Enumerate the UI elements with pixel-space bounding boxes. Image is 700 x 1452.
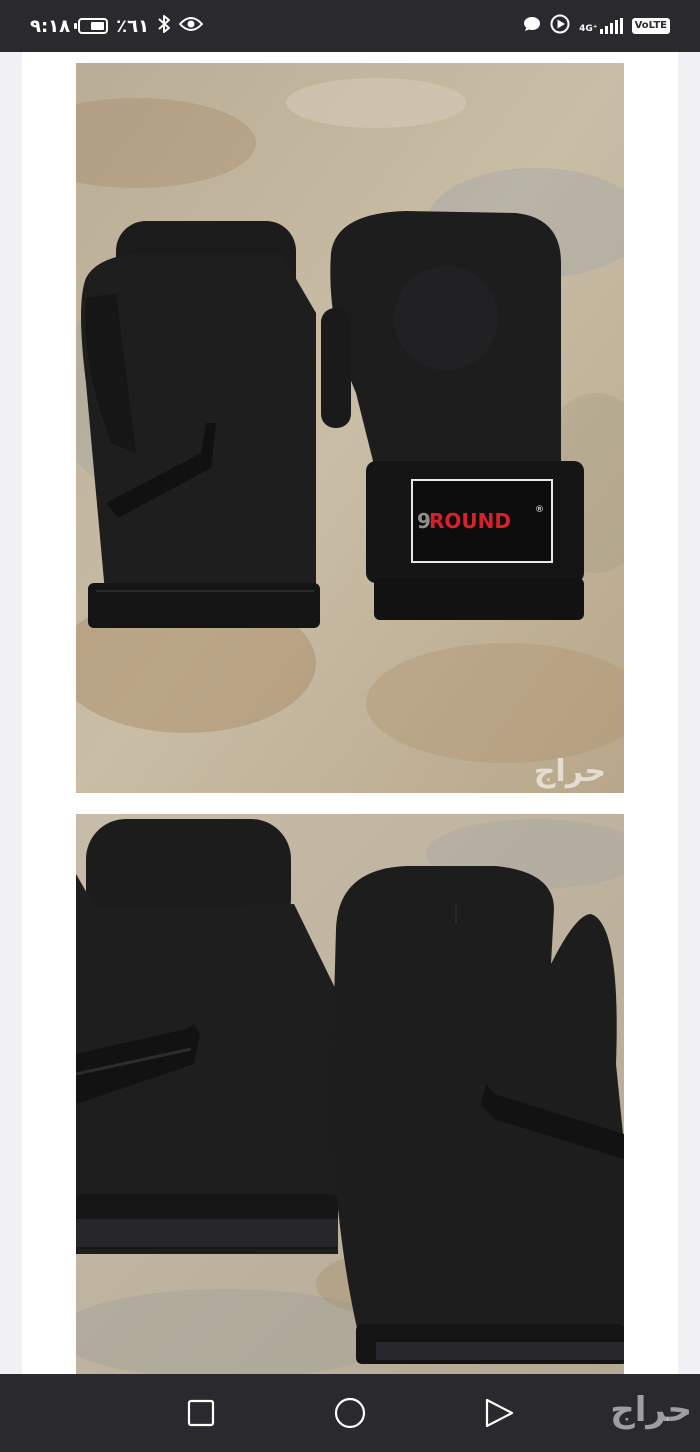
- clock: ٩:١٨: [30, 15, 71, 37]
- brand-watermark: حراج: [610, 1390, 692, 1430]
- battery-percentage: ٪٦١: [116, 15, 150, 37]
- battery-level-fill: [91, 22, 105, 30]
- signal-icon: 4G⁺: [579, 18, 623, 34]
- signal-bars: [599, 18, 623, 34]
- photo-watermark-1: حراج: [534, 754, 606, 789]
- status-right-group: 4G⁺ VoLTE: [523, 0, 670, 52]
- product-logo-patch: 9 ROUND ®: [411, 479, 553, 563]
- circle-icon: [334, 1397, 366, 1429]
- bluetooth-icon: [157, 14, 171, 38]
- glove-right-palm: [331, 866, 624, 1364]
- chat-bubble-icon: [523, 15, 541, 37]
- status-bar: ٩:١٨ ٪٦١ 4G⁺ VoLTE: [0, 0, 700, 52]
- play-circle-icon: [550, 14, 570, 38]
- battery-icon: [74, 18, 109, 34]
- listing-photo-1[interactable]: 9 ROUND ® حراج: [76, 63, 624, 793]
- home-button[interactable]: [333, 1396, 367, 1430]
- listing-content-card: 9 ROUND ® حراج: [22, 52, 678, 1374]
- network-type-label: 4G⁺: [579, 24, 598, 34]
- product-logo-text: ROUND: [429, 509, 511, 533]
- glove-left: [81, 221, 320, 628]
- volte-icon: VoLTE: [631, 18, 670, 34]
- eye-icon: [178, 16, 204, 36]
- recents-button[interactable]: [184, 1396, 218, 1430]
- back-button[interactable]: [482, 1396, 516, 1430]
- navigation-bar: حراج: [0, 1374, 700, 1452]
- status-left-group: ٩:١٨ ٪٦١: [30, 0, 204, 52]
- listing-photo-2[interactable]: [76, 814, 624, 1374]
- product-logo-mark: ®: [535, 505, 544, 515]
- triangle-back-icon: [485, 1398, 514, 1428]
- square-icon: [187, 1399, 215, 1427]
